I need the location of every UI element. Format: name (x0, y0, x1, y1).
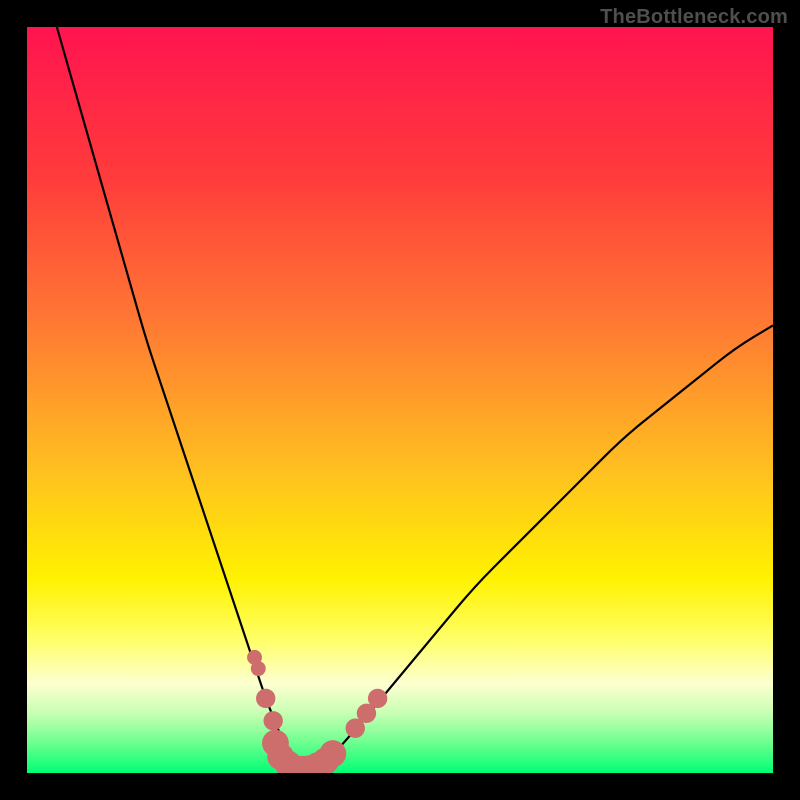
chart-marker (251, 661, 266, 676)
chart-marker (368, 689, 387, 708)
chart-frame: TheBottleneck.com (0, 0, 800, 800)
chart-background (27, 27, 773, 773)
chart-plot-area (27, 27, 773, 773)
watermark-text: TheBottleneck.com (600, 6, 788, 29)
chart-marker (263, 711, 282, 730)
chart-svg (27, 27, 773, 773)
chart-marker (256, 689, 275, 708)
chart-marker (319, 740, 346, 767)
